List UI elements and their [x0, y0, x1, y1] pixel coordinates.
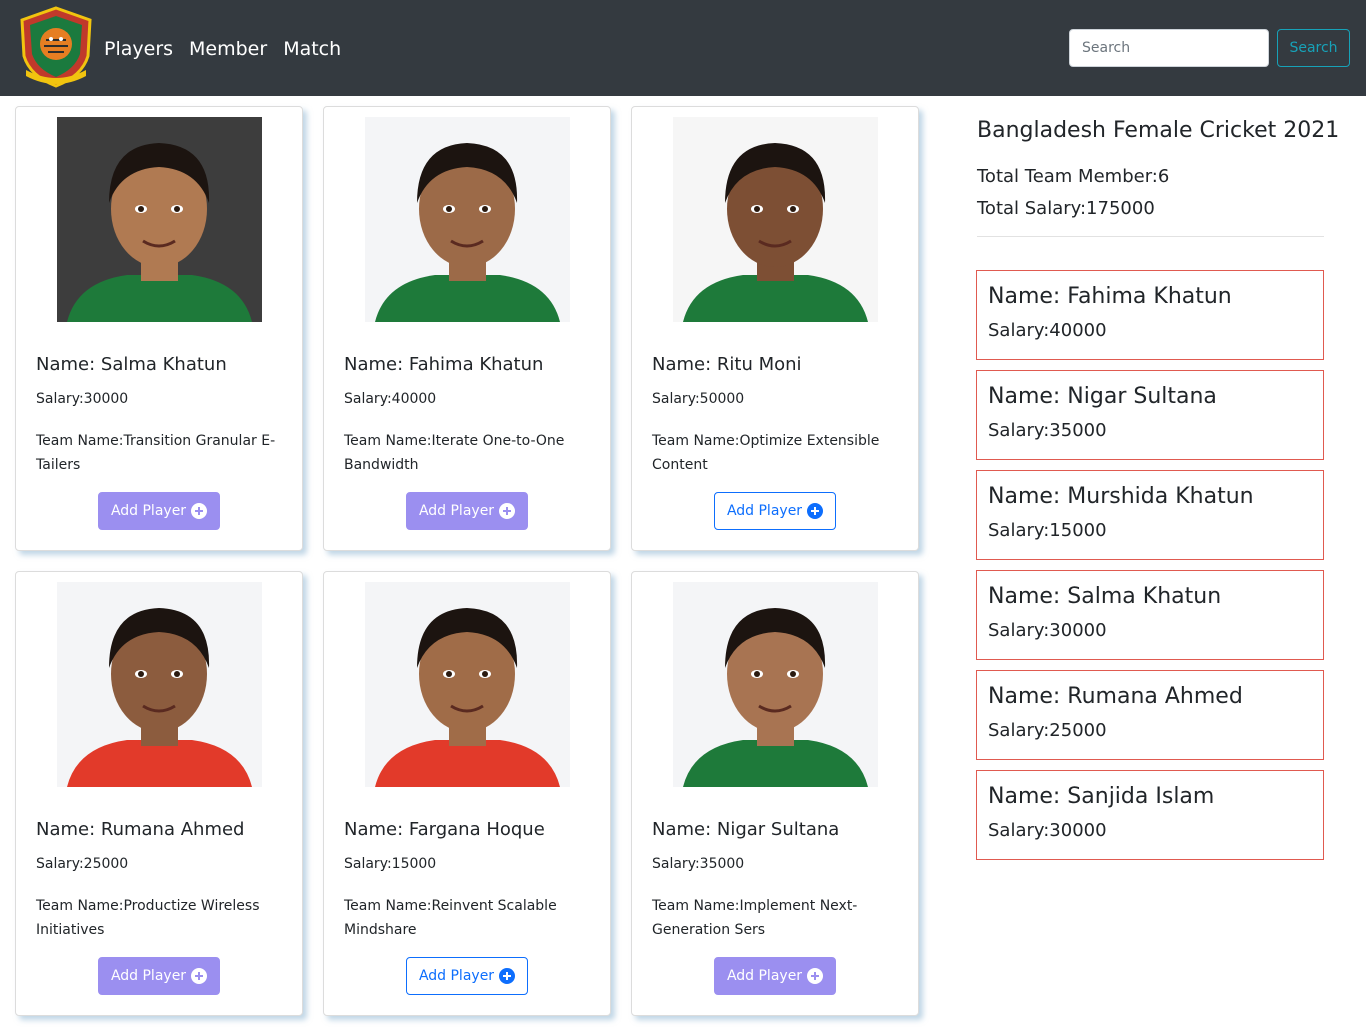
player-salary: Salary:15000: [344, 856, 437, 872]
member-name: Name: Sanjida Islam: [988, 784, 1215, 809]
player-name: Name: Nigar Sultana: [652, 819, 840, 840]
player-salary: Salary:35000: [652, 856, 745, 872]
search-input[interactable]: [1069, 29, 1269, 67]
player-card: Name: Fargana Hoque Salary:15000 Team Na…: [323, 571, 611, 1016]
add-player-button[interactable]: Add Player: [406, 957, 528, 995]
member-salary: Salary:35000: [988, 420, 1107, 441]
member-item: Name: Salma Khatun Salary:30000: [976, 570, 1324, 660]
add-player-button[interactable]: Add Player: [98, 957, 220, 995]
member-name: Name: Fahima Khatun: [988, 284, 1232, 309]
member-item: Name: Nigar Sultana Salary:35000: [976, 370, 1324, 460]
player-name: Name: Fargana Hoque: [344, 819, 545, 840]
player-salary: Salary:25000: [36, 856, 129, 872]
player-name: Name: Ritu Moni: [652, 354, 802, 375]
plus-circle-icon: [807, 503, 824, 519]
member-name: Name: Nigar Sultana: [988, 384, 1217, 409]
player-photo: [57, 582, 262, 787]
member-item: Name: Murshida Khatun Salary:15000: [976, 470, 1324, 560]
total-salary: Total Salary:175000: [977, 198, 1155, 219]
add-player-button[interactable]: Add Player: [98, 492, 220, 530]
member-item: Name: Fahima Khatun Salary:40000: [976, 270, 1324, 360]
nav-link-match[interactable]: Match: [283, 36, 341, 62]
bcb-logo[interactable]: [16, 6, 96, 88]
member-salary: Salary:30000: [988, 820, 1107, 841]
navbar: Players Member Match Search: [0, 0, 1366, 96]
player-photo: [365, 582, 570, 787]
player-name: Name: Fahima Khatun: [344, 354, 544, 375]
add-player-label: Add Player: [110, 503, 187, 519]
member-salary: Salary:30000: [988, 620, 1107, 641]
player-team-name: Team Name:Iterate One-to-One Bandwidth: [344, 433, 565, 473]
player-salary: Salary:40000: [344, 391, 437, 407]
add-player-button[interactable]: Add Player: [406, 492, 528, 530]
plus-circle-icon: [191, 968, 208, 984]
player-photo: [365, 117, 570, 322]
player-card: Name: Ritu Moni Salary:50000 Team Name:O…: [631, 106, 919, 551]
add-player-label: Add Player: [418, 968, 495, 984]
plus-circle-icon: [499, 503, 516, 519]
total-team-members: Total Team Member:6: [977, 166, 1170, 187]
player-card: Name: Nigar Sultana Salary:35000 Team Na…: [631, 571, 919, 1016]
member-name: Name: Murshida Khatun: [988, 484, 1254, 509]
add-player-label: Add Player: [418, 503, 495, 519]
player-photo: [673, 117, 878, 322]
player-card: Name: Rumana Ahmed Salary:25000 Team Nam…: [15, 571, 303, 1016]
player-name: Name: Salma Khatun: [36, 354, 227, 375]
search-button[interactable]: Search: [1277, 29, 1350, 67]
add-player-button[interactable]: Add Player: [714, 957, 836, 995]
player-card: Name: Fahima Khatun Salary:40000 Team Na…: [323, 106, 611, 551]
player-salary: Salary:50000: [652, 391, 745, 407]
plus-circle-icon: [499, 968, 516, 984]
divider: [977, 236, 1324, 237]
player-photo: [673, 582, 878, 787]
nav-links: Players Member Match: [104, 36, 341, 62]
member-item: Name: Sanjida Islam Salary:30000: [976, 770, 1324, 860]
member-item: Name: Rumana Ahmed Salary:25000: [976, 670, 1324, 760]
nav-link-players[interactable]: Players: [104, 36, 173, 62]
plus-circle-icon: [807, 968, 824, 984]
player-card: Name: Salma Khatun Salary:30000 Team Nam…: [15, 106, 303, 551]
player-team-name: Team Name:Reinvent Scalable Mindshare: [344, 898, 557, 938]
member-name: Name: Salma Khatun: [988, 584, 1222, 609]
plus-circle-icon: [191, 503, 208, 519]
member-salary: Salary:25000: [988, 720, 1107, 741]
team-title: Bangladesh Female Cricket 2021: [977, 118, 1340, 143]
player-team-name: Team Name:Transition Granular E-Tailers: [36, 433, 276, 473]
member-salary: Salary:40000: [988, 320, 1107, 341]
add-player-button[interactable]: Add Player: [714, 492, 836, 530]
member-salary: Salary:15000: [988, 520, 1107, 541]
player-name: Name: Rumana Ahmed: [36, 819, 245, 840]
member-name: Name: Rumana Ahmed: [988, 684, 1243, 709]
player-salary: Salary:30000: [36, 391, 129, 407]
player-photo: [57, 117, 262, 322]
add-player-label: Add Player: [110, 968, 187, 984]
player-team-name: Team Name:Implement Next-Generation Sers: [652, 898, 858, 938]
nav-link-member[interactable]: Member: [189, 36, 267, 62]
player-team-name: Team Name:Optimize Extensible Content: [652, 433, 880, 473]
add-player-label: Add Player: [726, 503, 803, 519]
add-player-label: Add Player: [726, 968, 803, 984]
player-team-name: Team Name:Productize Wireless Initiative…: [36, 898, 260, 938]
